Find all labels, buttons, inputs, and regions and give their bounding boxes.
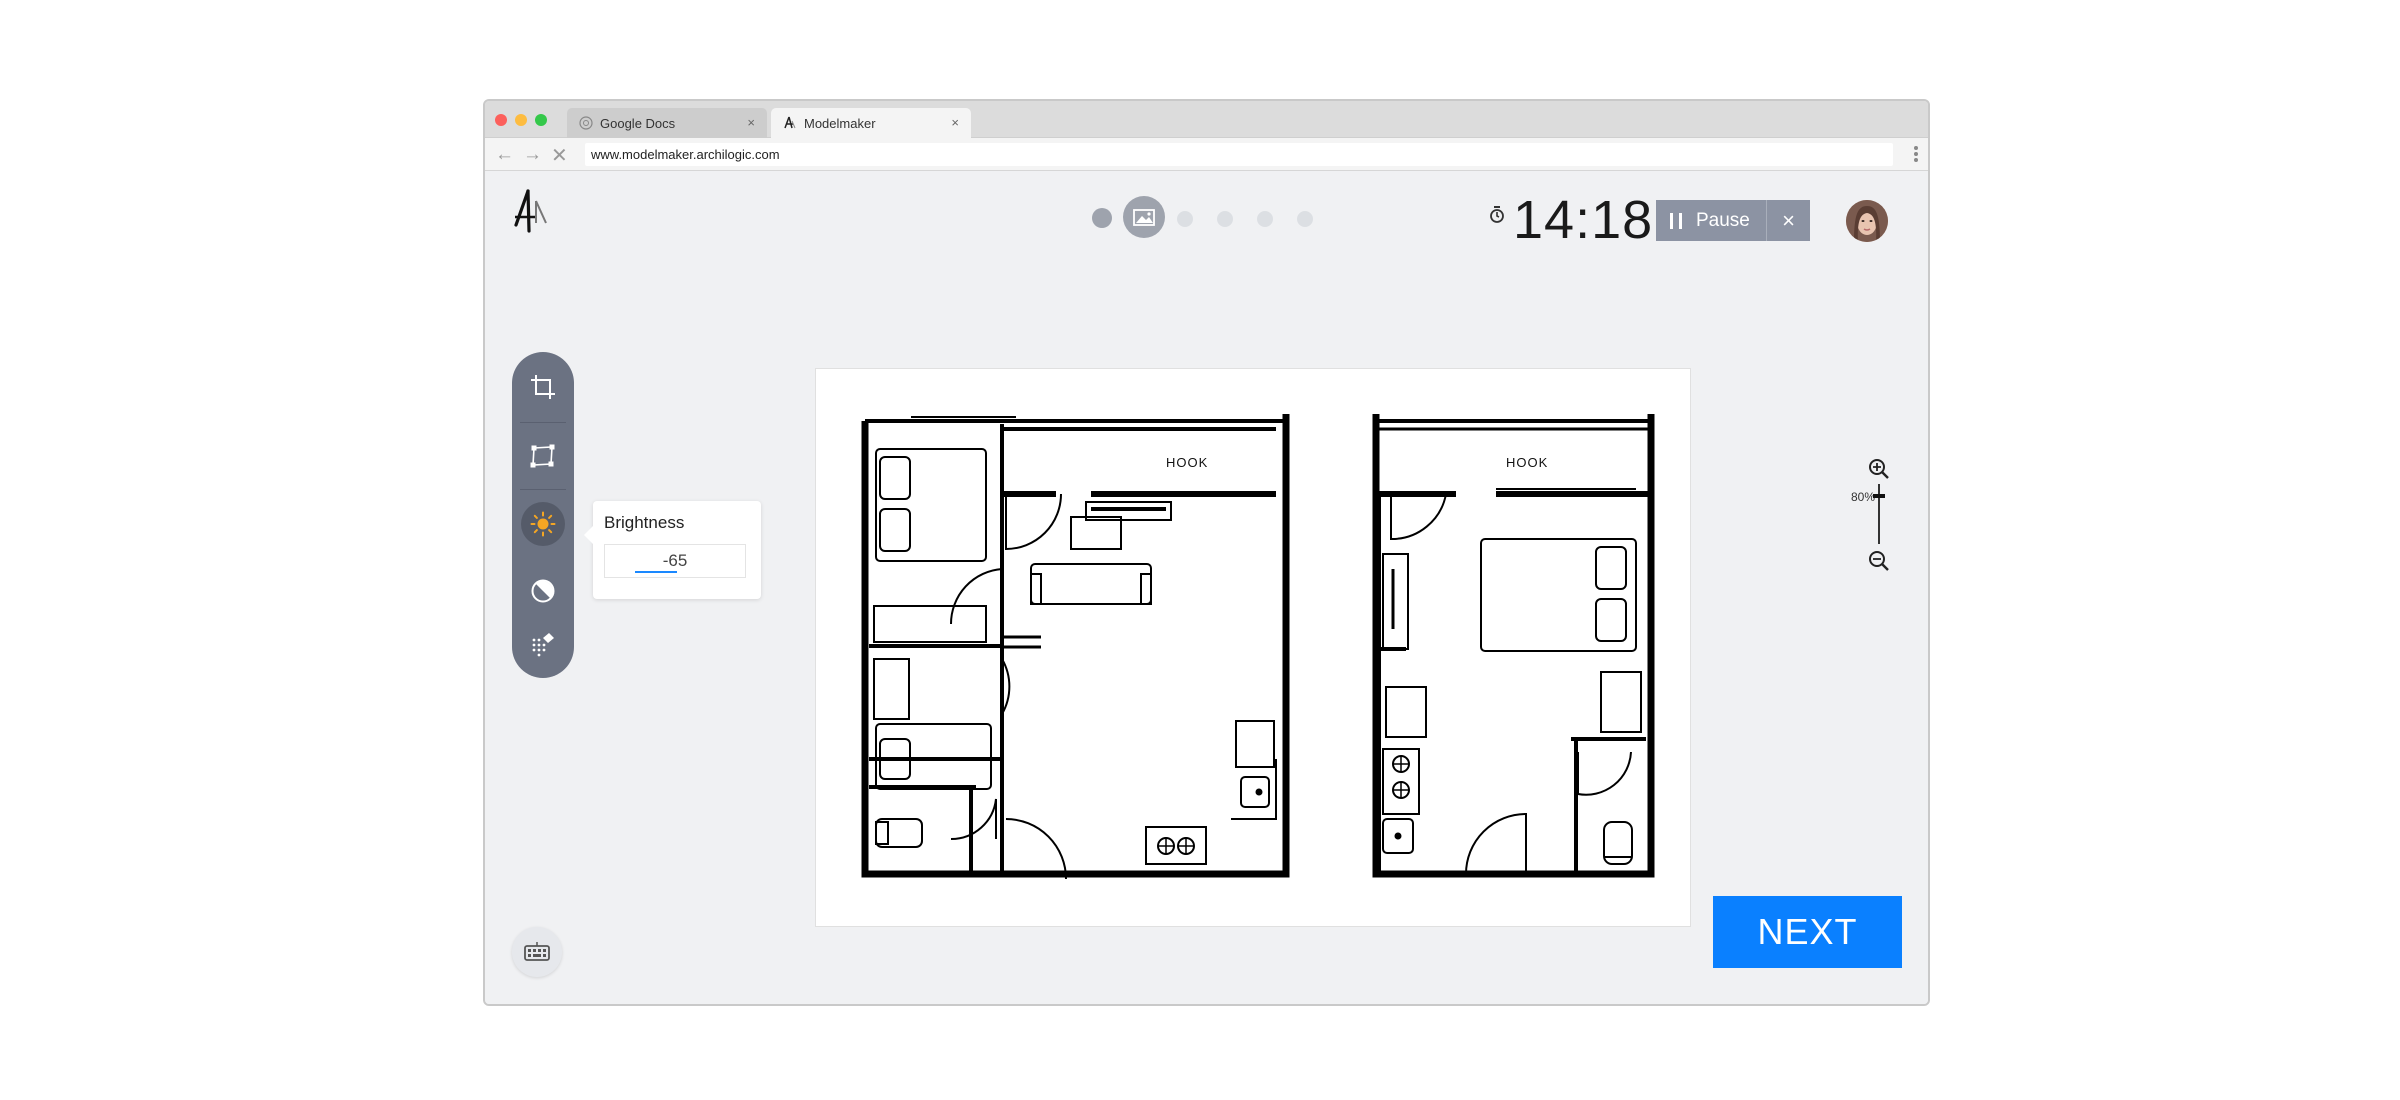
contrast-icon (531, 579, 555, 603)
user-avatar[interactable] (1846, 200, 1888, 242)
step-dot-6[interactable] (1297, 211, 1313, 227)
minimize-window-button[interactable] (515, 114, 527, 126)
step-dot-1[interactable] (1092, 208, 1112, 228)
zoom-slider-track[interactable] (1878, 484, 1880, 544)
zoom-in-icon[interactable] (1867, 457, 1891, 481)
image-icon (1133, 209, 1155, 226)
zoom-slider-handle[interactable] (1873, 494, 1885, 498)
tab-google-docs[interactable]: Google Docs × (567, 108, 767, 138)
brightness-tool-button[interactable] (512, 492, 574, 556)
session-timer: 14:18 (1513, 190, 1654, 250)
image-tools-panel (512, 352, 574, 678)
storage-label-left: HOOK (1166, 455, 1208, 470)
crop-tool-button[interactable] (512, 352, 574, 422)
tab-close-icon[interactable]: × (951, 115, 959, 130)
forward-arrow-icon[interactable]: → (523, 144, 542, 166)
tab-strip: Google Docs × Modelmaker × (485, 101, 1928, 138)
modelmaker-app: 14:18 Pause × Brightness -65 HOOK HOOK 8… (485, 171, 1928, 1004)
brightness-icon (530, 511, 556, 537)
step-dot-5[interactable] (1257, 211, 1273, 227)
floorplan-canvas[interactable]: HOOK HOOK (815, 368, 1691, 927)
zoom-control: 80% (1851, 457, 1911, 577)
tab-label: Modelmaker (804, 115, 876, 131)
enhance-tool-button[interactable] (512, 616, 574, 672)
archilogic-favicon-icon (783, 116, 797, 130)
brightness-slider-indicator[interactable] (635, 571, 677, 573)
step-dot-4[interactable] (1217, 211, 1233, 227)
pause-button[interactable]: Pause (1656, 200, 1766, 241)
brightness-popover: Brightness -65 (584, 501, 761, 599)
tab-modelmaker[interactable]: Modelmaker × (771, 108, 971, 138)
stop-loading-icon[interactable]: ✕ (551, 143, 568, 168)
stopwatch-icon (1489, 205, 1505, 230)
end-session-button[interactable]: × (1766, 200, 1810, 241)
keyboard-shortcuts-button[interactable] (512, 927, 562, 977)
floorplan-image: HOOK HOOK (861, 414, 1655, 880)
pause-icon (1670, 212, 1682, 229)
archilogic-logo-icon[interactable] (512, 189, 552, 238)
contrast-tool-button[interactable] (512, 562, 574, 620)
pause-label: Pause (1696, 209, 1750, 231)
url-field[interactable]: www.modelmaker.archilogic.com (585, 143, 1893, 166)
tab-close-icon[interactable]: × (747, 115, 755, 130)
tab-label: Google Docs (600, 115, 676, 131)
keyboard-icon (524, 942, 550, 961)
maximize-window-button[interactable] (535, 114, 547, 126)
zoom-level-label: 80% (1851, 490, 1876, 504)
next-button[interactable]: NEXT (1713, 896, 1902, 968)
step-current-image[interactable] (1123, 196, 1165, 238)
perspective-tool-button[interactable] (512, 423, 574, 489)
step-dot-3[interactable] (1177, 211, 1193, 227)
browser-menu-icon[interactable] (1914, 146, 1918, 164)
session-controls: Pause × (1656, 200, 1810, 241)
close-window-button[interactable] (495, 114, 507, 126)
zoom-out-icon[interactable] (1867, 549, 1891, 573)
google-docs-favicon-icon (579, 116, 593, 130)
back-arrow-icon[interactable]: ← (495, 144, 514, 166)
crop-icon (531, 375, 555, 399)
perspective-icon (530, 444, 555, 468)
address-bar: ← → ✕ www.modelmaker.archilogic.com (485, 138, 1928, 171)
storage-label-right: HOOK (1506, 455, 1548, 470)
close-icon: × (1782, 207, 1795, 233)
tool-divider (520, 489, 566, 490)
browser-window: Google Docs × Modelmaker × ← → ✕ www.mod… (483, 99, 1930, 1006)
enhance-icon (532, 633, 554, 657)
brightness-title: Brightness (604, 513, 685, 532)
